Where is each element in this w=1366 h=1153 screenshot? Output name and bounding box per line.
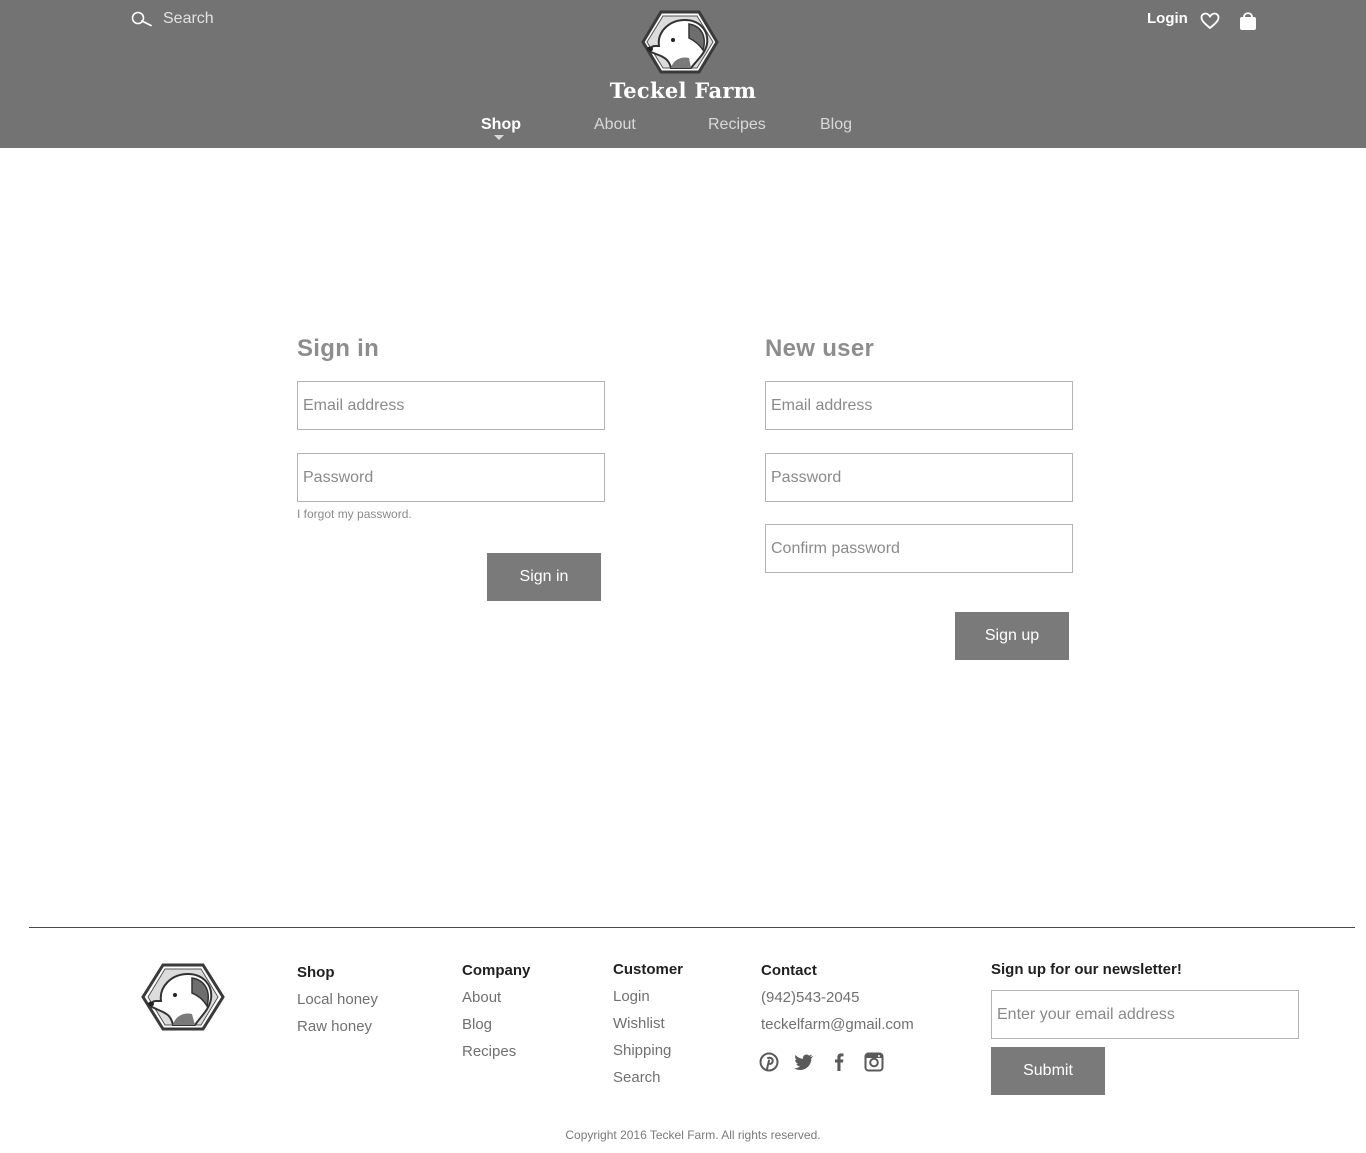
footer-link-wishlist[interactable]: Wishlist <box>613 1015 665 1032</box>
footer-customer-title: Customer <box>613 961 684 978</box>
signup-title: New user <box>765 335 875 362</box>
brand-name[interactable]: Teckel Farm <box>0 78 1366 103</box>
footer-link-login[interactable]: Login <box>613 988 650 1005</box>
nav-recipes[interactable]: Recipes <box>708 116 766 134</box>
footer-logo[interactable] <box>141 963 225 1031</box>
signin-title: Sign in <box>297 335 380 362</box>
twitter-icon[interactable] <box>794 1052 814 1072</box>
header-search[interactable]: Search <box>131 8 214 30</box>
footer-link-shipping[interactable]: Shipping <box>613 1042 671 1059</box>
newsletter-submit-button[interactable]: Submit <box>991 1047 1105 1095</box>
signup-button[interactable]: Sign up <box>955 612 1069 660</box>
footer-phone[interactable]: (942)543-2045 <box>761 989 859 1006</box>
wishlist-heart-icon[interactable] <box>1200 12 1220 30</box>
instagram-icon[interactable] <box>864 1052 884 1072</box>
site-header: Search Teckel Farm Shop About Recipes Bl… <box>0 0 1366 148</box>
footer-contact-title: Contact <box>761 962 817 979</box>
footer-email[interactable]: teckelfarm@gmail.com <box>761 1016 914 1033</box>
footer-link-raw-honey[interactable]: Raw honey <box>297 1018 372 1035</box>
signin-password-input[interactable] <box>297 453 605 502</box>
teckel-farm-logo[interactable] <box>641 10 719 74</box>
signin-button[interactable]: Sign in <box>487 553 601 601</box>
shop-caret-icon <box>494 135 504 140</box>
footer-link-search[interactable]: Search <box>613 1069 661 1086</box>
newsletter-title: Sign up for our newsletter! <box>991 961 1182 978</box>
signup-confirm-password-input[interactable] <box>765 524 1073 573</box>
footer-link-blog[interactable]: Blog <box>462 1016 492 1033</box>
facebook-icon[interactable] <box>829 1052 849 1072</box>
footer-link-recipes[interactable]: Recipes <box>462 1043 516 1060</box>
nav-about[interactable]: About <box>594 116 636 134</box>
newsletter-email-input[interactable] <box>991 990 1299 1039</box>
footer-link-about[interactable]: About <box>462 989 501 1006</box>
nav-shop[interactable]: Shop <box>481 116 521 134</box>
copyright-text: Copyright 2016 Teckel Farm. All rights r… <box>565 1128 821 1142</box>
nav-blog[interactable]: Blog <box>820 116 852 134</box>
footer-divider <box>29 927 1355 928</box>
signup-email-input[interactable] <box>765 381 1073 430</box>
footer-company-title: Company <box>462 962 531 979</box>
footer-shop-title: Shop <box>297 964 335 981</box>
search-icon <box>131 11 152 27</box>
footer-link-local-honey[interactable]: Local honey <box>297 991 378 1008</box>
pinterest-icon[interactable] <box>759 1052 779 1072</box>
search-label: Search <box>163 10 214 27</box>
header-login-link[interactable]: Login <box>1147 10 1188 27</box>
signup-password-input[interactable] <box>765 453 1073 502</box>
main-nav: Shop About Recipes Blog <box>0 116 1366 140</box>
signin-email-input[interactable] <box>297 381 605 430</box>
forgot-password-link[interactable]: I forgot my password. <box>297 507 412 521</box>
shopping-bag-icon[interactable] <box>1239 10 1257 31</box>
